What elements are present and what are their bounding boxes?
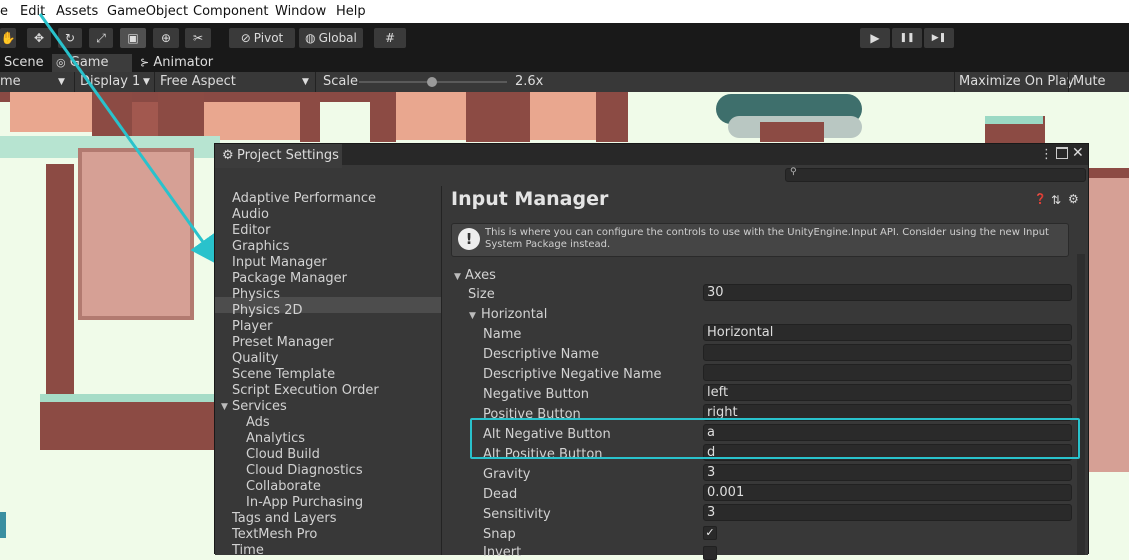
descriptive-negative-name-field[interactable]	[703, 364, 1072, 381]
sidebar-item-scene-template[interactable]: Scene Template	[232, 367, 335, 382]
sidebar-item-time[interactable]: Time	[232, 543, 264, 558]
sidebar-item-physics[interactable]: Physics	[232, 287, 280, 302]
sidebar-item-tags-and-layers[interactable]: Tags and Layers	[232, 511, 337, 526]
dead-field[interactable]: 0.001	[703, 484, 1072, 501]
negative-button-field[interactable]: left	[703, 384, 1072, 401]
sensitivity-field[interactable]: 3	[703, 504, 1072, 521]
input-manager-panel: Input Manager ❓ ⇅ ⚙ ! This is where you …	[442, 186, 1088, 560]
sidebar-item-quality[interactable]: Quality	[232, 351, 278, 366]
invert-label: Invert	[483, 545, 522, 560]
sidebar-item-graphics[interactable]: Graphics	[232, 239, 289, 254]
sidebar-item-script-execution-order[interactable]: Script Execution Order	[232, 383, 379, 398]
scrollbar[interactable]	[1077, 254, 1085, 555]
horizontal-foldout-icon[interactable]: ▼	[469, 311, 476, 321]
arrow-to-input-manager	[38, 13, 220, 266]
sidebar-item-player[interactable]: Player	[232, 319, 272, 334]
sidebar-item-cloud-diagnostics[interactable]: Cloud Diagnostics	[246, 463, 363, 478]
sidebar-item-in-app-purchasing[interactable]: In-App Purchasing	[246, 495, 363, 510]
snap-checkbox[interactable]: ✓	[703, 526, 717, 540]
sidebar-item-ads[interactable]: Ads	[246, 415, 270, 430]
help-icon[interactable]: ❓	[1034, 194, 1046, 205]
sidebar-item-textmesh-pro[interactable]: TextMesh Pro	[232, 527, 317, 542]
gravity-field[interactable]: 3	[703, 464, 1072, 481]
expand-arrow-icon[interactable]: ▼	[221, 402, 228, 412]
gravity-label: Gravity	[483, 467, 531, 482]
project-settings-tab[interactable]: ⚙ Project Settings	[215, 144, 342, 168]
negative-button-label: Negative Button	[483, 387, 590, 402]
sidebar-item-cloud-build[interactable]: Cloud Build	[246, 447, 320, 462]
sensitivity-label: Sensitivity	[483, 507, 551, 522]
sidebar-item-preset-manager[interactable]: Preset Manager	[232, 335, 334, 350]
descriptive-name-field[interactable]	[703, 344, 1072, 361]
sidebar-item-services[interactable]: Services	[232, 399, 287, 414]
close-icon[interactable]: ✕	[1072, 145, 1084, 161]
search-icon: ⚲	[790, 167, 797, 177]
sidebar-item-editor[interactable]: Editor	[232, 223, 270, 238]
info-helpbox: ! This is where you can configure the co…	[451, 223, 1069, 257]
preset-icon[interactable]: ⇅	[1051, 193, 1061, 207]
sidebar-item-audio[interactable]: Audio	[232, 207, 269, 222]
alt-buttons-highlight	[470, 418, 1080, 459]
maximize-icon[interactable]	[1056, 147, 1068, 159]
project-settings-window: ⚙ Project Settings ⋮ ✕ ⚲ Adaptive Perfor…	[214, 143, 1089, 560]
name-field[interactable]: Horizontal	[703, 324, 1072, 341]
name-label: Name	[483, 327, 522, 342]
descriptive-negative-name-label: Descriptive Negative Name	[483, 367, 662, 382]
settings-sidebar: Adaptive Performance Audio Editor Graphi…	[215, 186, 442, 558]
size-label: Size	[468, 287, 495, 302]
window-title: Project Settings	[237, 148, 339, 163]
dead-label: Dead	[483, 487, 518, 502]
sidebar-item-package-manager[interactable]: Package Manager	[232, 271, 347, 286]
sidebar-item-physics-2d[interactable]: Physics 2D	[232, 303, 303, 318]
axes-label: Axes	[465, 268, 496, 283]
settings-gear-icon[interactable]: ⚙	[1068, 192, 1079, 206]
sidebar-item-analytics[interactable]: Analytics	[246, 431, 305, 446]
sidebar-item-input-manager[interactable]: Input Manager	[232, 255, 327, 270]
sidebar-item-adaptive-performance[interactable]: Adaptive Performance	[232, 191, 376, 206]
invert-checkbox[interactable]	[703, 546, 717, 560]
info-icon: !	[458, 228, 480, 250]
axes-foldout-icon[interactable]: ▼	[454, 272, 461, 282]
page-title: Input Manager	[451, 188, 609, 210]
size-field[interactable]: 30	[703, 284, 1072, 301]
help-text: This is where you can configure the cont…	[485, 227, 1049, 250]
more-options-icon[interactable]: ⋮	[1040, 147, 1053, 162]
snap-label: Snap	[483, 527, 516, 542]
horizontal-axis-label: Horizontal	[481, 307, 548, 322]
window-header	[215, 144, 1088, 165]
sidebar-item-collaborate[interactable]: Collaborate	[246, 479, 321, 494]
search-input[interactable]: ⚲	[785, 167, 1086, 182]
gear-icon: ⚙	[222, 148, 234, 163]
descriptive-name-label: Descriptive Name	[483, 347, 600, 362]
